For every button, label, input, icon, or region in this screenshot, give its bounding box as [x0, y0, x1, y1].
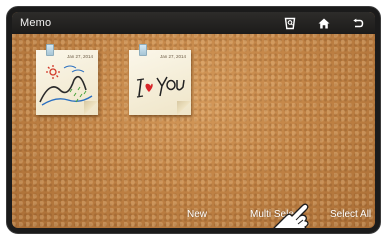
search-memo-button[interactable] — [273, 12, 307, 34]
select-all-button[interactable]: Select All — [330, 209, 371, 220]
device-frame: Memo Jan 27, 2014 Jan 27, 2014 New Multi… — [6, 6, 381, 234]
home-icon — [318, 18, 330, 28]
memo-screen: Memo Jan 27, 2014 Jan 27, 2014 New Multi… — [12, 12, 375, 228]
new-button[interactable]: New — [187, 209, 207, 220]
bottom-action-bar: New Multi Select Select All — [12, 204, 375, 224]
home-button[interactable] — [307, 12, 341, 34]
app-title: Memo — [20, 17, 52, 29]
search-memo-icon — [284, 17, 296, 29]
memo-card[interactable]: Jan 27, 2014 — [36, 44, 98, 115]
top-bar: Memo — [12, 12, 375, 34]
back-icon — [353, 18, 364, 27]
back-button[interactable] — [341, 12, 375, 34]
memo-card[interactable]: Jan 27, 2014 — [129, 44, 191, 115]
tap-gesture-hand-icon — [273, 203, 309, 228]
